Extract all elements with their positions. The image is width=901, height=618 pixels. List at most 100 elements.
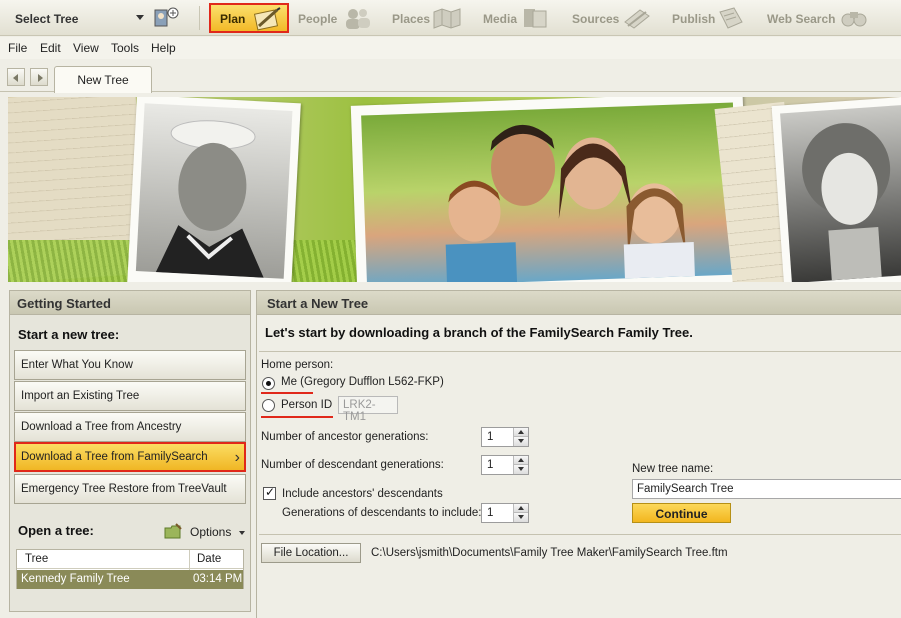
nav-places[interactable]: Places	[392, 3, 468, 33]
ancestor-generations-stepper[interactable]: 1	[481, 427, 529, 447]
menu-file[interactable]: File	[8, 41, 27, 55]
nav-people[interactable]: People	[298, 3, 376, 33]
enter-what-you-know-button[interactable]: Enter What You Know	[14, 350, 246, 380]
nav-publish[interactable]: Publish	[672, 3, 752, 33]
continue-button[interactable]: Continue	[632, 503, 731, 523]
nav-media[interactable]: Media	[483, 3, 555, 33]
column-header-tree[interactable]: Tree	[25, 553, 48, 565]
getting-started-panel: Getting Started Start a new tree: Enter …	[9, 290, 251, 612]
menu-bar: File Edit View Tools Help	[0, 37, 901, 59]
family-tree-icon[interactable]	[153, 6, 179, 30]
new-tree-name-input[interactable]	[633, 480, 901, 498]
stepper-buttons	[513, 428, 528, 446]
include-descendants-label[interactable]: Include ancestors' descendants	[282, 488, 443, 500]
chevron-right-icon: ›	[234, 449, 240, 466]
banner-photo-woman	[771, 97, 901, 282]
tab-row: New Tree	[0, 60, 901, 93]
menu-tools[interactable]: Tools	[111, 41, 139, 55]
getting-started-header: Getting Started	[10, 291, 250, 315]
person-id-placeholder: LRK2-TM1	[343, 399, 376, 423]
column-header-date[interactable]: Date	[197, 553, 221, 565]
back-arrow-button[interactable]	[7, 68, 25, 86]
nav-web-search[interactable]: Web Search	[767, 3, 877, 33]
stepper-down-button[interactable]	[514, 513, 528, 522]
table-header: Tree Date	[17, 550, 243, 569]
download-from-familysearch-button[interactable]: Download a Tree from FamilySearch ›	[14, 442, 246, 472]
file-location-label: File Location...	[273, 547, 349, 559]
home-person-label: Home person:	[261, 359, 334, 371]
nav-plan[interactable]: Plan	[209, 3, 289, 33]
descendant-generations-label: Number of descendant generations:	[261, 459, 444, 471]
menu-edit[interactable]: Edit	[40, 41, 61, 55]
checkmark-icon: ✓	[265, 485, 276, 499]
plan-icon	[253, 6, 281, 31]
descendant-generations-stepper[interactable]: 1	[481, 455, 529, 475]
open-tree-table: Tree Date Kennedy Family Tree 03:14 PM	[16, 549, 244, 589]
stepper-up-button[interactable]	[514, 428, 528, 437]
nav-people-label: People	[298, 12, 338, 26]
start-new-tree-panel-title: Start a New Tree	[267, 296, 369, 311]
nav-media-label: Media	[483, 12, 518, 26]
radio-person-id[interactable]	[262, 399, 275, 412]
download-from-ancestry-button[interactable]: Download a Tree from Ancestry	[14, 412, 246, 442]
nav-web-search-label: Web Search	[767, 12, 836, 26]
emergency-restore-button[interactable]: Emergency Tree Restore from TreeVault	[14, 474, 246, 504]
banner-image	[8, 97, 901, 282]
stepper-down-button[interactable]	[514, 437, 528, 446]
stepper-up-button[interactable]	[514, 456, 528, 465]
tree-date-cell: 03:14 PM	[193, 573, 243, 585]
divider	[259, 351, 901, 352]
stepper-buttons	[513, 456, 528, 474]
stepper-value: 1	[487, 459, 494, 471]
arrow-left-icon	[13, 74, 18, 82]
tab-new-tree[interactable]: New Tree	[54, 66, 152, 93]
select-tree-dropdown[interactable]: Select Tree	[6, 4, 148, 32]
sources-icon	[622, 6, 650, 30]
start-new-tree-header: Start a New Tree	[257, 291, 901, 315]
tab-new-tree-label: New Tree	[77, 73, 129, 87]
media-icon	[521, 6, 549, 30]
radio-person-id-label[interactable]: Person ID	[281, 399, 332, 411]
menu-view[interactable]: View	[73, 41, 99, 55]
nav-sources[interactable]: Sources	[572, 3, 660, 33]
nav-places-label: Places	[392, 12, 431, 26]
radio-me[interactable]	[262, 377, 275, 390]
annotation-underline	[261, 392, 313, 394]
annotation-underline	[261, 416, 333, 418]
chevron-down-icon	[239, 531, 245, 535]
options-label: Options	[190, 525, 232, 539]
stepper-up-button[interactable]	[514, 504, 528, 513]
chevron-down-icon	[136, 15, 144, 20]
button-label: Emergency Tree Restore from TreeVault	[21, 483, 227, 495]
stepper-down-button[interactable]	[514, 465, 528, 474]
stepper-value: 1	[487, 431, 494, 443]
generations-include-stepper[interactable]: 1	[481, 503, 529, 523]
table-row[interactable]: Kennedy Family Tree 03:14 PM	[17, 570, 243, 589]
banner-photo-sailor	[127, 97, 301, 282]
binoculars-icon	[839, 6, 867, 30]
banner-photo-family	[350, 97, 750, 282]
options-icon	[164, 523, 182, 539]
new-tree-name-field[interactable]	[632, 479, 901, 499]
continue-button-label: Continue	[655, 507, 708, 521]
publish-icon	[716, 6, 744, 30]
button-label: Download a Tree from Ancestry	[21, 421, 182, 433]
ancestor-generations-label: Number of ancestor generations:	[261, 431, 429, 443]
new-tree-name-label: New tree name:	[632, 463, 714, 475]
select-tree-label: Select Tree	[15, 12, 79, 26]
people-icon	[342, 6, 370, 30]
nav-publish-label: Publish	[672, 12, 716, 26]
person-id-input[interactable]: LRK2-TM1	[338, 396, 398, 423]
forward-arrow-button[interactable]	[30, 68, 48, 86]
radio-me-label[interactable]: Me (Gregory Dufflon L562-FKP)	[281, 376, 444, 388]
import-existing-tree-button[interactable]: Import an Existing Tree	[14, 381, 246, 411]
nav-plan-label: Plan	[220, 12, 246, 26]
include-descendants-checkbox[interactable]: ✓	[263, 485, 276, 500]
file-path: C:\Users\jsmith\Documents\Family Tree Ma…	[371, 547, 728, 559]
arrow-right-icon	[38, 74, 43, 82]
options-menu[interactable]: Options	[164, 523, 250, 541]
menu-help[interactable]: Help	[151, 41, 176, 55]
file-location-button[interactable]: File Location...	[261, 543, 361, 563]
button-label: Import an Existing Tree	[21, 390, 140, 402]
button-label: Download a Tree from FamilySearch	[21, 451, 208, 463]
